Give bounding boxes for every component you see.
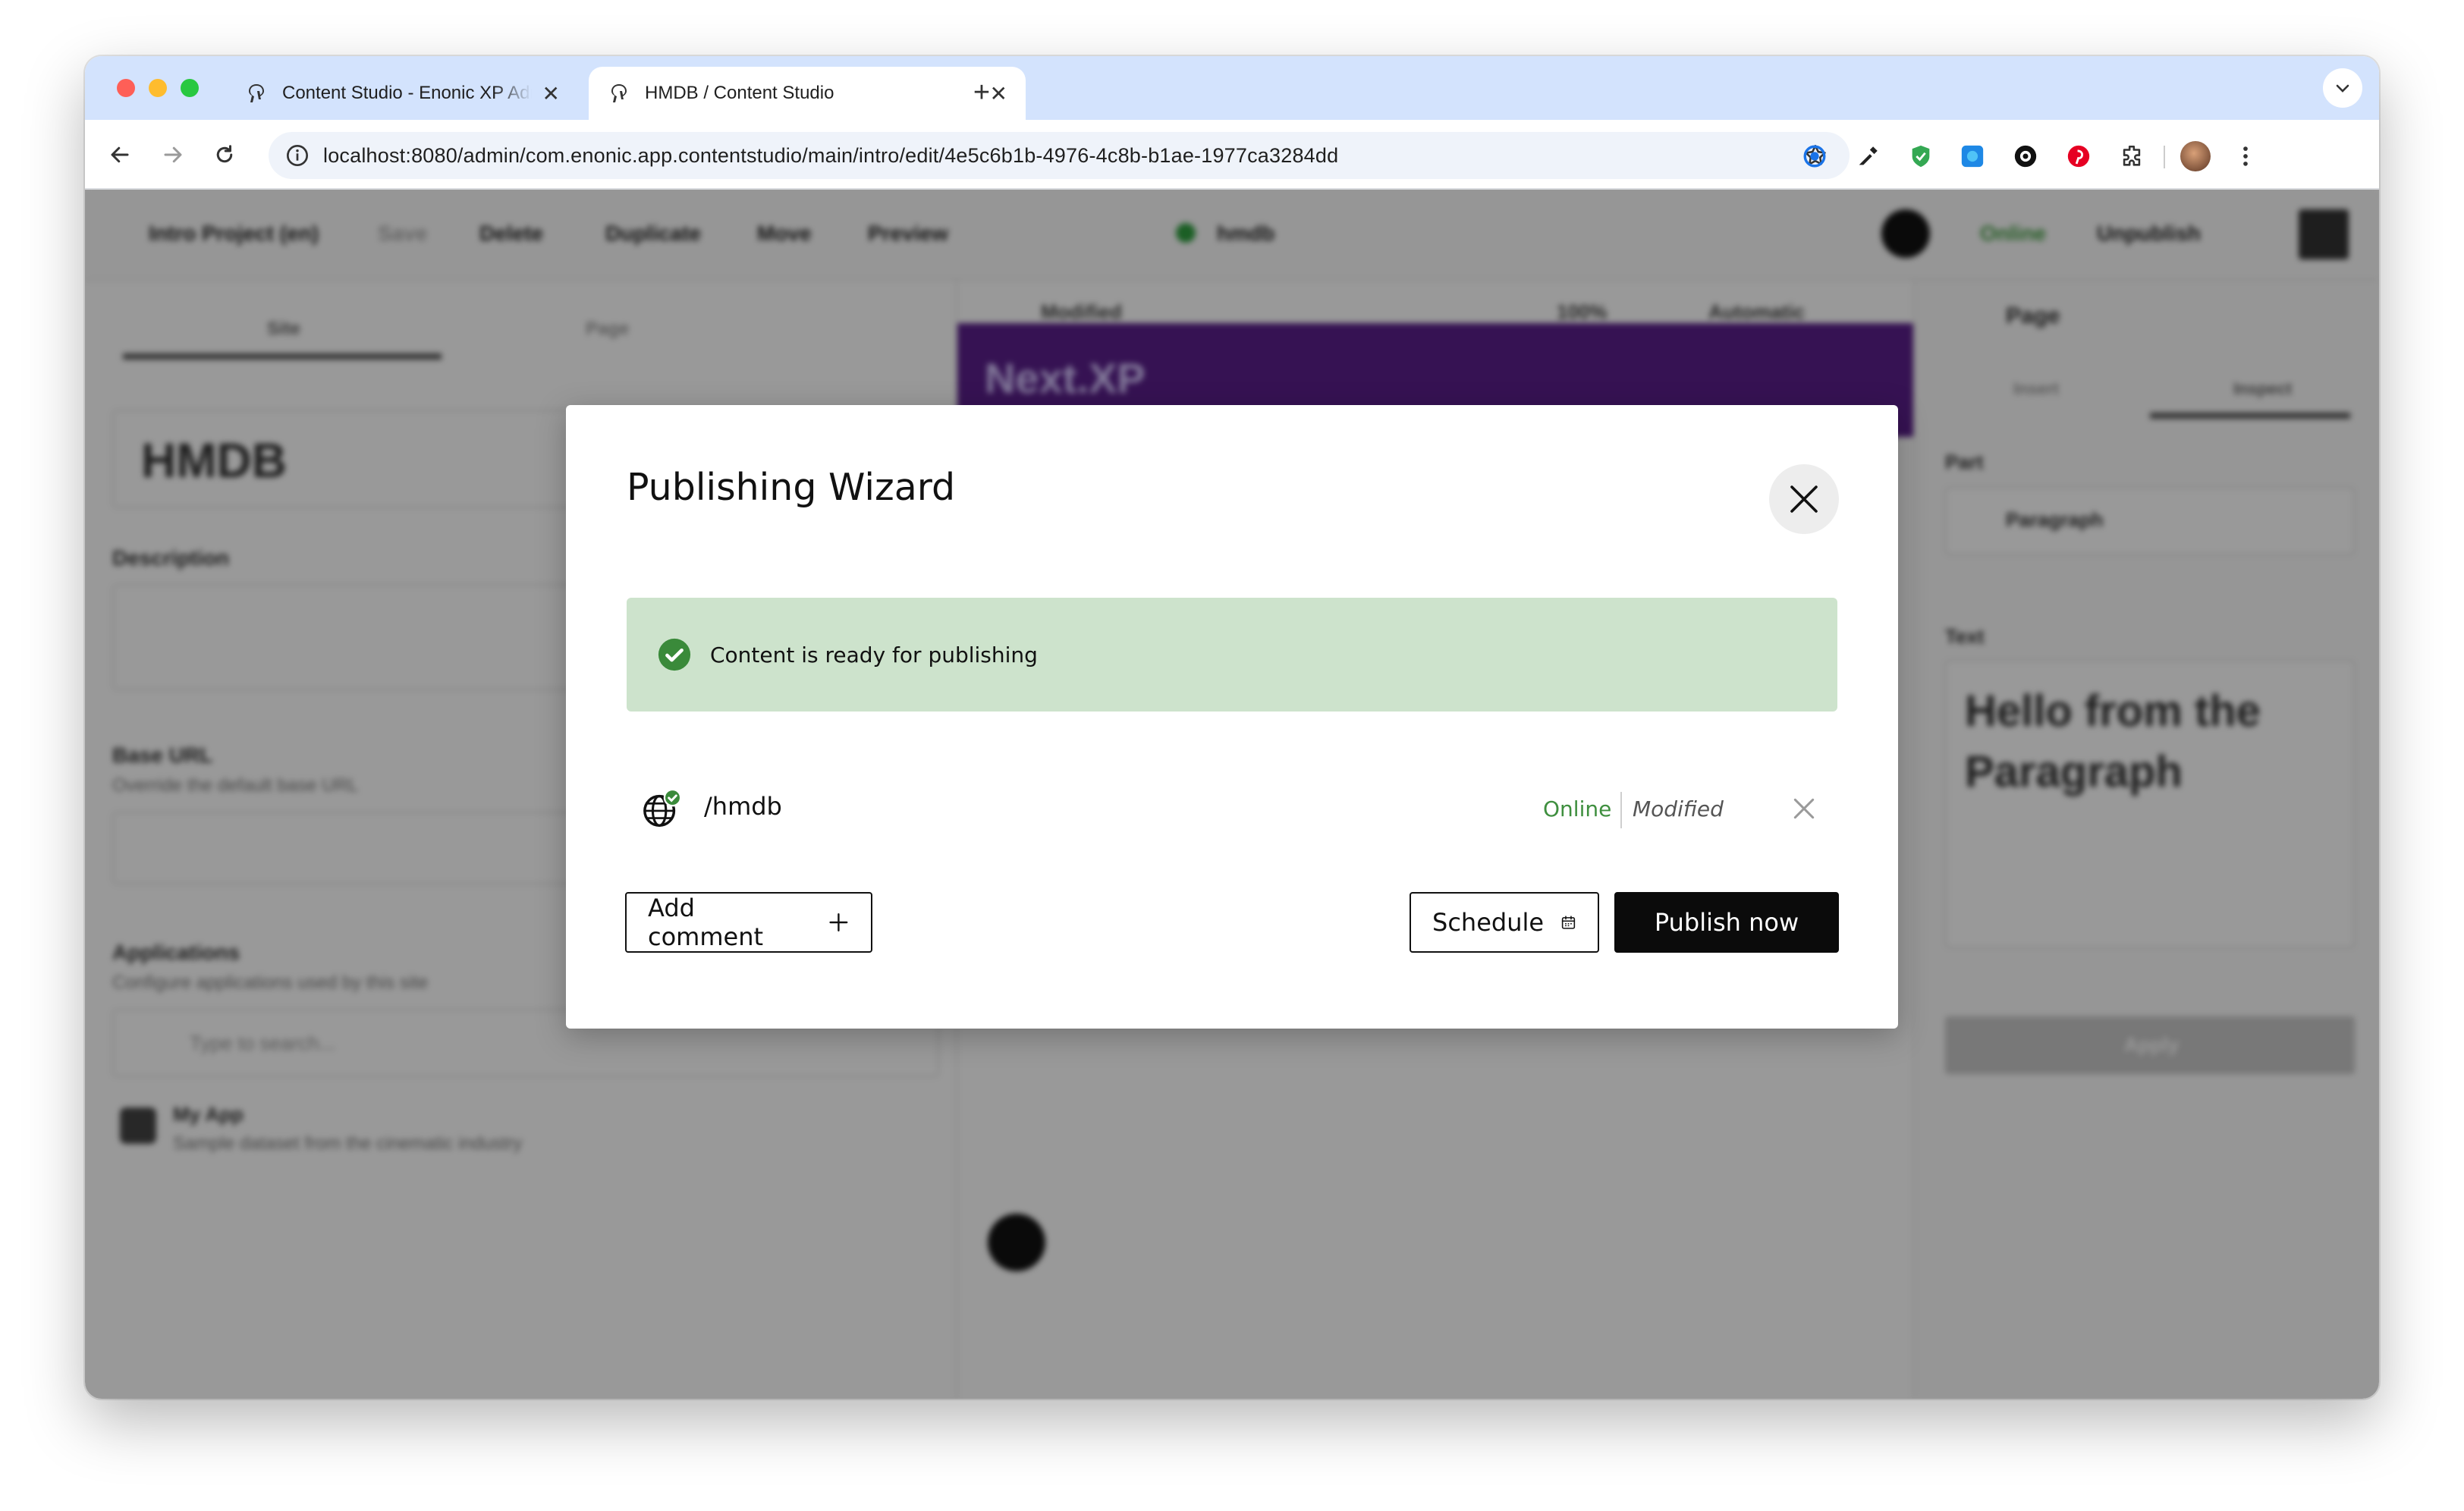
ready-banner: Content is ready for publishing <box>627 598 1837 712</box>
arrow-left-icon <box>111 146 129 163</box>
add-comment-button[interactable]: Add comment <box>625 892 872 953</box>
chevron-down-icon <box>2336 84 2349 93</box>
enonic-favicon-icon <box>611 84 627 102</box>
browser-menu-icon[interactable] <box>2232 143 2259 170</box>
calendar-icon <box>1561 916 1576 929</box>
globe-icon <box>643 789 682 827</box>
dialog-title: Publishing Wizard <box>627 466 956 509</box>
publish-item: /hmdb Online Modified <box>642 784 1815 833</box>
tab-search-button[interactable] <box>2323 68 2362 108</box>
status-divider <box>1620 792 1622 828</box>
forward-button[interactable] <box>155 137 191 173</box>
url-text: localhost:8080/admin/com.enonic.app.cont… <box>323 143 1339 167</box>
schedule-button[interactable]: Schedule <box>1410 892 1599 953</box>
plus-icon <box>829 913 848 931</box>
reload-icon <box>216 145 233 163</box>
maximize-window-button[interactable] <box>181 79 199 97</box>
close-window-button[interactable] <box>117 79 135 97</box>
item-state: Modified <box>1633 796 1724 821</box>
extension-3-icon[interactable] <box>2012 143 2039 170</box>
ready-message: Content is ready for publishing <box>710 642 1038 668</box>
address-bar[interactable]: localhost:8080/admin/com.enonic.app.cont… <box>269 132 1850 179</box>
close-icon <box>1790 485 1818 513</box>
extension-2-icon[interactable] <box>1959 143 1986 170</box>
new-tab-button[interactable]: + <box>960 71 1003 114</box>
pinterest-icon[interactable] <box>2065 143 2092 170</box>
window-controls <box>117 79 199 97</box>
minimize-window-button[interactable] <box>149 79 167 97</box>
reload-button[interactable] <box>206 137 243 173</box>
extension-1-icon[interactable] <box>1801 143 1828 170</box>
back-button[interactable] <box>102 137 138 173</box>
shield-icon[interactable] <box>1907 143 1934 170</box>
check-circle-icon <box>658 638 691 671</box>
enonic-favicon-icon <box>249 84 264 102</box>
schedule-label: Schedule <box>1432 908 1545 937</box>
tab-title: HMDB / Content Studio <box>645 83 834 103</box>
tab-content-studio[interactable]: Content Studio - Enonic XP Admin ✕ <box>226 67 578 120</box>
tab-strip: Content Studio - Enonic XP Admin ✕ HMDB … <box>85 56 2379 120</box>
profile-avatar[interactable] <box>2180 141 2211 171</box>
toolbar-divider <box>2164 146 2165 168</box>
remove-item-icon[interactable] <box>1789 793 1819 824</box>
tab-title: Content Studio - Enonic XP Admin <box>282 83 532 103</box>
item-path[interactable]: /hmdb <box>704 792 782 821</box>
publish-now-button[interactable]: Publish now <box>1614 892 1839 953</box>
close-dialog-button[interactable] <box>1769 464 1839 534</box>
add-comment-label: Add comment <box>648 894 764 951</box>
publishing-wizard-dialog: Publishing Wizard Content is ready for p… <box>566 405 1898 1029</box>
item-status: Online <box>1543 796 1612 821</box>
extensions-puzzle-icon[interactable] <box>2118 143 2145 170</box>
browser-window: Content Studio - Enonic XP Admin ✕ HMDB … <box>85 56 2379 1399</box>
eyedropper-icon[interactable] <box>1854 143 1881 170</box>
publish-now-label: Publish now <box>1654 908 1799 937</box>
browser-toolbar: localhost:8080/admin/com.enonic.app.cont… <box>85 120 2379 190</box>
site-info-icon[interactable] <box>285 143 310 168</box>
tab-close-icon[interactable]: ✕ <box>542 81 560 106</box>
arrow-right-icon <box>164 146 182 163</box>
